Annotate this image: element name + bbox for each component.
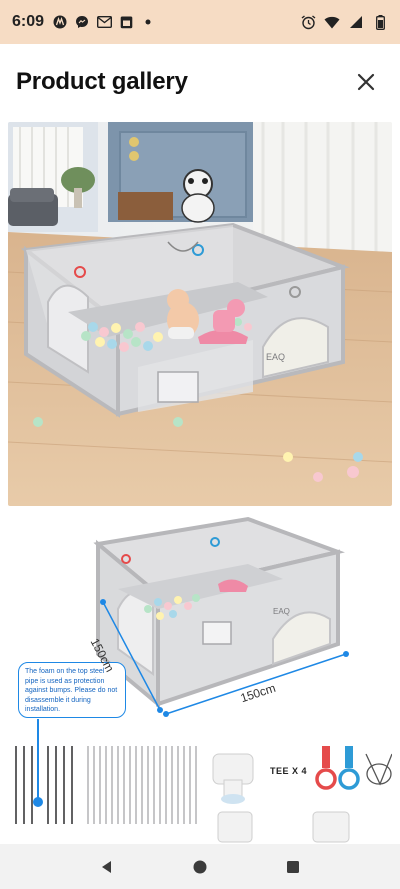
status-notification-icons <box>52 14 156 30</box>
alarm-icon <box>300 14 316 30</box>
system-nav-bar <box>0 844 400 889</box>
status-bar: 6:09 <box>0 0 400 44</box>
home-icon <box>193 860 207 873</box>
playpen-room-photo: EAQ <box>8 122 392 506</box>
status-system-icons <box>300 14 388 30</box>
page-title: Product gallery <box>16 68 188 95</box>
calendar-icon <box>118 14 134 30</box>
back-icon <box>101 860 111 873</box>
nav-home-button[interactable] <box>180 847 220 887</box>
gmail-icon <box>96 14 112 30</box>
brand-text: EAQ <box>266 352 285 362</box>
recents-icon <box>287 860 300 873</box>
close-icon <box>357 73 375 91</box>
gallery-header: Product gallery <box>0 44 400 120</box>
status-time: 6:09 <box>12 13 45 30</box>
diagram-brand-text: EAQ <box>273 607 290 616</box>
dot-icon <box>140 14 156 30</box>
signal-icon <box>348 14 364 30</box>
gallery-image-room[interactable]: EAQ <box>8 122 392 506</box>
close-button[interactable] <box>348 64 384 100</box>
gallery-image-dimensions[interactable]: EAQ The foam on the top steel pipe is us… <box>8 514 392 844</box>
product-gallery[interactable]: EAQ EAQ The foam on the top steel pipe i… <box>0 120 400 844</box>
tee-label: TEE X 4 <box>270 766 308 776</box>
battery-icon <box>372 14 388 30</box>
callout-text: The foam on the top steel pipe is used a… <box>25 668 118 713</box>
nav-recents-button[interactable] <box>273 847 313 887</box>
motorola-icon <box>52 14 68 30</box>
wifi-icon <box>324 14 340 30</box>
messenger-icon <box>74 14 90 30</box>
nav-back-button[interactable] <box>87 847 127 887</box>
